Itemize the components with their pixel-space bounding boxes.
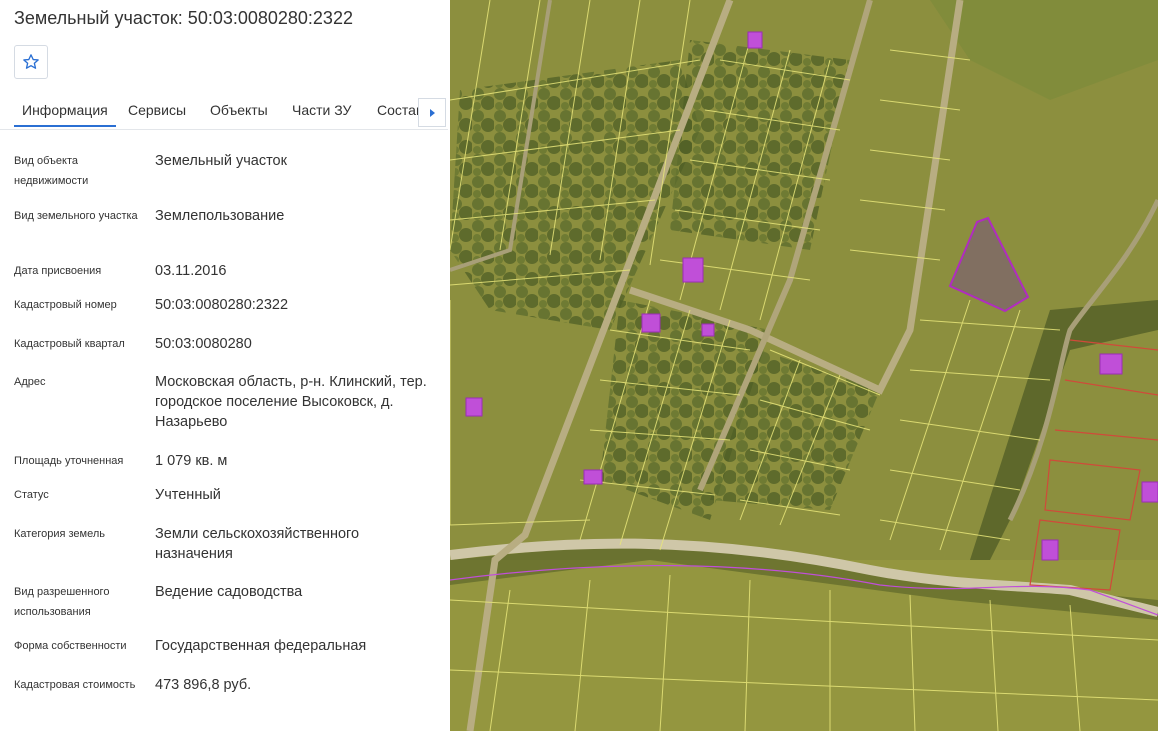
info-value: 50:03:0080280:2322 (155, 297, 289, 313)
info-value: Учтенный (155, 487, 221, 503)
building (747, 31, 763, 49)
info-value: Земли сельскохозяйственного назначения (155, 526, 360, 562)
info-value: Государственная федеральная (155, 638, 367, 654)
info-label: Кадастровый номер (14, 299, 117, 311)
tab-services[interactable]: Сервисы (128, 102, 186, 118)
building (1099, 353, 1123, 375)
tab-information[interactable]: Информация (14, 102, 116, 127)
info-value: 50:03:0080280 (155, 336, 252, 352)
info-value: Земельный участок (155, 153, 287, 169)
info-label: Статус (14, 489, 49, 501)
tabs-scroll-right-button[interactable] (418, 98, 446, 127)
tab-land-parts[interactable]: Части ЗУ (292, 102, 351, 118)
building (1041, 539, 1059, 561)
satellite-map[interactable] (450, 0, 1158, 731)
info-label: Вид земельного участка (14, 210, 138, 222)
info-label: Площадь уточненная (14, 455, 124, 467)
building (583, 469, 603, 485)
info-value: Московская область, р-н. Клинский, тер. … (155, 374, 427, 430)
building (701, 323, 715, 337)
building (465, 397, 483, 417)
tab-composition[interactable]: Состав (377, 102, 423, 118)
caret-right-icon (430, 108, 435, 117)
tab-objects[interactable]: Объекты (210, 102, 268, 118)
building (682, 257, 704, 283)
info-value: Ведение садоводства (155, 584, 303, 600)
info-label: Вид разрешенного использования (14, 586, 110, 618)
info-panel: Земельный участок: 50:03:0080280:2322 Ин… (0, 0, 450, 731)
info-value: 1 079 кв. м (155, 453, 228, 469)
building (641, 313, 661, 333)
info-label: Кадастровая стоимость (14, 679, 136, 691)
info-label: Адрес (14, 376, 46, 388)
building (1141, 481, 1158, 503)
info-value: Землепользование (155, 208, 285, 224)
info-value: 473 896,8 руб. (155, 677, 252, 693)
tab-bar: Информация Сервисы Объекты Части ЗУ Сост… (0, 96, 448, 130)
info-value: 03.11.2016 (155, 263, 227, 279)
info-label: Форма собственности (14, 640, 127, 652)
favorite-button[interactable] (14, 45, 48, 79)
page-title: Земельный участок: 50:03:0080280:2322 (14, 8, 353, 28)
info-label: Дата присвоения (14, 265, 102, 277)
info-label: Вид объекта недвижимости (14, 155, 89, 187)
map-view[interactable] (450, 0, 1158, 731)
star-outline-icon (23, 54, 39, 69)
info-label: Категория земель (14, 528, 105, 540)
info-label: Кадастровый квартал (14, 338, 125, 350)
